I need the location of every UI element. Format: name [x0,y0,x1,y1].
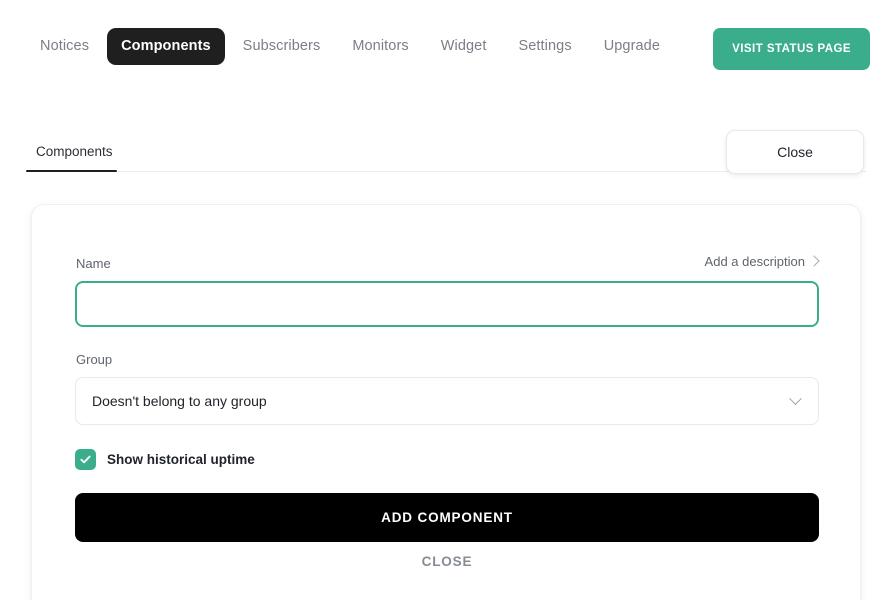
nav-item-notices[interactable]: Notices [26,28,103,65]
chevron-right-icon [808,255,820,267]
chevron-down-icon [789,391,802,405]
nav-item-components[interactable]: Components [107,28,225,65]
app-page: Notices Components Subscribers Monitors … [0,0,892,600]
close-form-link[interactable]: CLOSE [75,549,819,575]
show-historical-uptime-row[interactable]: Show historical uptime [75,449,255,470]
name-input[interactable] [75,281,819,327]
group-field-label: Group [76,352,113,367]
nav-item-list: Notices Components Subscribers Monitors … [26,28,674,65]
visit-status-page-button[interactable]: VISIT STATUS PAGE [713,28,870,70]
nav-item-settings[interactable]: Settings [504,28,585,65]
group-select[interactable]: Doesn't belong to any group [75,377,819,425]
add-component-card: Name Add a description Group Doesn't bel… [31,204,861,600]
check-icon [80,455,91,464]
close-panel-button[interactable]: Close [726,130,864,174]
nav-item-upgrade[interactable]: Upgrade [590,28,674,65]
nav-item-monitors[interactable]: Monitors [338,28,422,65]
top-navigation: Notices Components Subscribers Monitors … [0,0,892,84]
add-description-label: Add a description [704,254,805,269]
nav-item-subscribers[interactable]: Subscribers [229,28,335,65]
name-field-label: Name [76,256,111,271]
group-select-value: Doesn't belong to any group [92,393,267,409]
add-description-link[interactable]: Add a description [704,254,820,269]
show-historical-uptime-checkbox[interactable] [75,449,96,470]
tab-active-indicator [26,170,117,172]
nav-item-widget[interactable]: Widget [427,28,501,65]
add-component-button[interactable]: ADD COMPONENT [75,493,819,542]
show-historical-uptime-label: Show historical uptime [107,451,255,467]
tab-components[interactable]: Components [26,144,123,173]
